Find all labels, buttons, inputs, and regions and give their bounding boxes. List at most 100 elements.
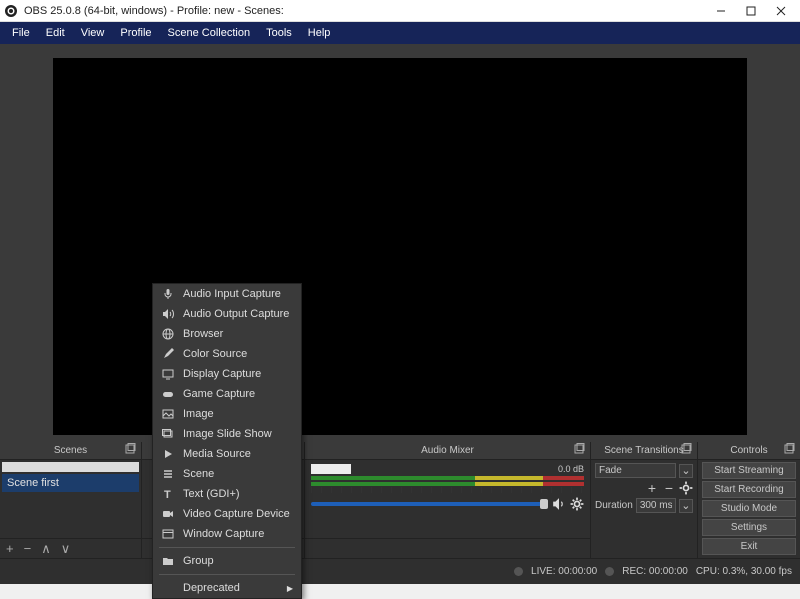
ctx-scene[interactable]: Scene <box>153 464 301 484</box>
text-icon: T <box>161 487 175 501</box>
start-streaming-button[interactable]: Start Streaming <box>702 462 796 479</box>
ctx-label: Group <box>183 555 214 567</box>
duration-label: Duration <box>595 500 633 511</box>
list-icon <box>161 467 175 481</box>
transition-dropdown-button[interactable]: ⌄ <box>679 464 693 478</box>
add-source-context-menu: Audio Input Capture Audio Output Capture… <box>152 283 302 599</box>
menubar: File Edit View Profile Scene Collection … <box>0 22 800 44</box>
transitions-body: Fade ⌄ + − Duration ⌄ <box>591 460 697 558</box>
start-recording-button[interactable]: Start Recording <box>702 481 796 498</box>
gear-icon[interactable] <box>679 481 693 495</box>
scenes-header: Scenes <box>0 442 141 460</box>
statusbar: LIVE: 00:00:00 REC: 00:00:00 CPU: 0.3%, … <box>0 558 800 584</box>
vu-ticks <box>311 487 584 493</box>
move-down-button[interactable]: ∨ <box>58 541 74 557</box>
brush-icon <box>161 347 175 361</box>
image-icon <box>161 407 175 421</box>
menu-edit[interactable]: Edit <box>38 22 73 44</box>
ctx-audio-input-capture[interactable]: Audio Input Capture <box>153 284 301 304</box>
close-button[interactable] <box>766 1 796 21</box>
menu-file[interactable]: File <box>4 22 38 44</box>
ctx-text-gdi[interactable]: T Text (GDI+) <box>153 484 301 504</box>
ctx-label: Display Capture <box>183 368 261 380</box>
vu-meter <box>311 482 584 486</box>
ctx-label: Text (GDI+) <box>183 488 240 500</box>
ctx-label: Image Slide Show <box>183 428 272 440</box>
move-up-button[interactable]: ∧ <box>38 541 54 557</box>
menu-profile[interactable]: Profile <box>112 22 159 44</box>
exit-button[interactable]: Exit <box>702 538 796 555</box>
minimize-button[interactable] <box>706 1 736 21</box>
ctx-deprecated[interactable]: Deprecated <box>153 578 301 598</box>
remove-scene-button[interactable]: − <box>21 541 35 556</box>
ctx-display-capture[interactable]: Display Capture <box>153 364 301 384</box>
controls-header-label: Controls <box>730 445 767 456</box>
slider-thumb[interactable] <box>540 499 548 509</box>
ctx-label: Media Source <box>183 448 251 460</box>
popout-icon[interactable] <box>124 443 138 457</box>
vu-meter <box>311 476 584 480</box>
menu-scene-collection[interactable]: Scene Collection <box>160 22 259 44</box>
popout-icon[interactable] <box>573 443 587 457</box>
popout-icon[interactable] <box>783 443 797 457</box>
window-title: OBS 25.0.8 (64-bit, windows) - Profile: … <box>24 5 706 17</box>
transitions-header-label: Scene Transitions <box>604 445 684 456</box>
ctx-group[interactable]: Group <box>153 551 301 571</box>
mixer-body: 0.0 dB <box>305 460 590 538</box>
ctx-separator <box>159 574 295 575</box>
ctx-window-capture[interactable]: Window Capture <box>153 524 301 544</box>
transition-select[interactable]: Fade <box>595 463 676 478</box>
live-status-text: LIVE: 00:00:00 <box>531 566 597 577</box>
ctx-label: Color Source <box>183 348 247 360</box>
mixer-footer <box>305 538 590 558</box>
transitions-header: Scene Transitions <box>591 442 697 460</box>
add-scene-button[interactable]: + <box>3 541 17 556</box>
ctx-audio-output-capture[interactable]: Audio Output Capture <box>153 304 301 324</box>
scene-unnamed[interactable] <box>2 462 139 472</box>
scenes-list[interactable]: Scene first <box>0 460 141 538</box>
add-transition-button[interactable]: + <box>645 481 659 495</box>
remove-transition-button[interactable]: − <box>662 481 676 495</box>
ctx-game-capture[interactable]: Game Capture <box>153 384 301 404</box>
panels-area: Scenes Scene first + − ∧ ∨ Sources Audio… <box>0 442 800 558</box>
mic-icon <box>161 287 175 301</box>
gear-icon[interactable] <box>570 497 584 511</box>
camera-icon <box>161 507 175 521</box>
ctx-label: Window Capture <box>183 528 264 540</box>
controls-panel: Controls Start Streaming Start Recording… <box>698 442 800 558</box>
ctx-label: Video Capture Device <box>183 508 290 520</box>
ctx-label: Audio Output Capture <box>183 308 289 320</box>
ctx-color-source[interactable]: Color Source <box>153 344 301 364</box>
duration-input[interactable] <box>636 498 676 513</box>
app-icon <box>4 4 18 18</box>
workspace: Audio Input Capture Audio Output Capture… <box>0 44 800 442</box>
speaker-icon[interactable] <box>552 497 566 511</box>
scenes-header-label: Scenes <box>54 445 87 456</box>
ctx-label: Audio Input Capture <box>183 288 281 300</box>
ctx-separator <box>159 547 295 548</box>
scene-item-active[interactable]: Scene first <box>2 474 139 492</box>
ctx-image-slideshow[interactable]: Image Slide Show <box>153 424 301 444</box>
settings-button[interactable]: Settings <box>702 519 796 536</box>
ctx-media-source[interactable]: Media Source <box>153 444 301 464</box>
ctx-label: Game Capture <box>183 388 255 400</box>
popout-icon[interactable] <box>680 443 694 457</box>
slideshow-icon <box>161 427 175 441</box>
duration-stepper[interactable]: ⌄ <box>679 499 693 513</box>
menu-tools[interactable]: Tools <box>258 22 300 44</box>
scene-transitions-panel: Scene Transitions Fade ⌄ + − Duration ⌄ <box>591 442 698 558</box>
ctx-video-capture-device[interactable]: Video Capture Device <box>153 504 301 524</box>
ctx-label: Scene <box>183 468 214 480</box>
audio-mixer-panel: Audio Mixer 0.0 dB <box>305 442 591 558</box>
menu-help[interactable]: Help <box>300 22 339 44</box>
ctx-image[interactable]: Image <box>153 404 301 424</box>
controls-header: Controls <box>698 442 800 460</box>
scenes-footer: + − ∧ ∨ <box>0 538 141 558</box>
menu-view[interactable]: View <box>73 22 113 44</box>
volume-slider[interactable] <box>311 502 548 506</box>
maximize-button[interactable] <box>736 1 766 21</box>
studio-mode-button[interactable]: Studio Mode <box>702 500 796 517</box>
ctx-browser[interactable]: Browser <box>153 324 301 344</box>
blank-icon <box>161 581 175 595</box>
mixer-header: Audio Mixer <box>305 442 590 460</box>
